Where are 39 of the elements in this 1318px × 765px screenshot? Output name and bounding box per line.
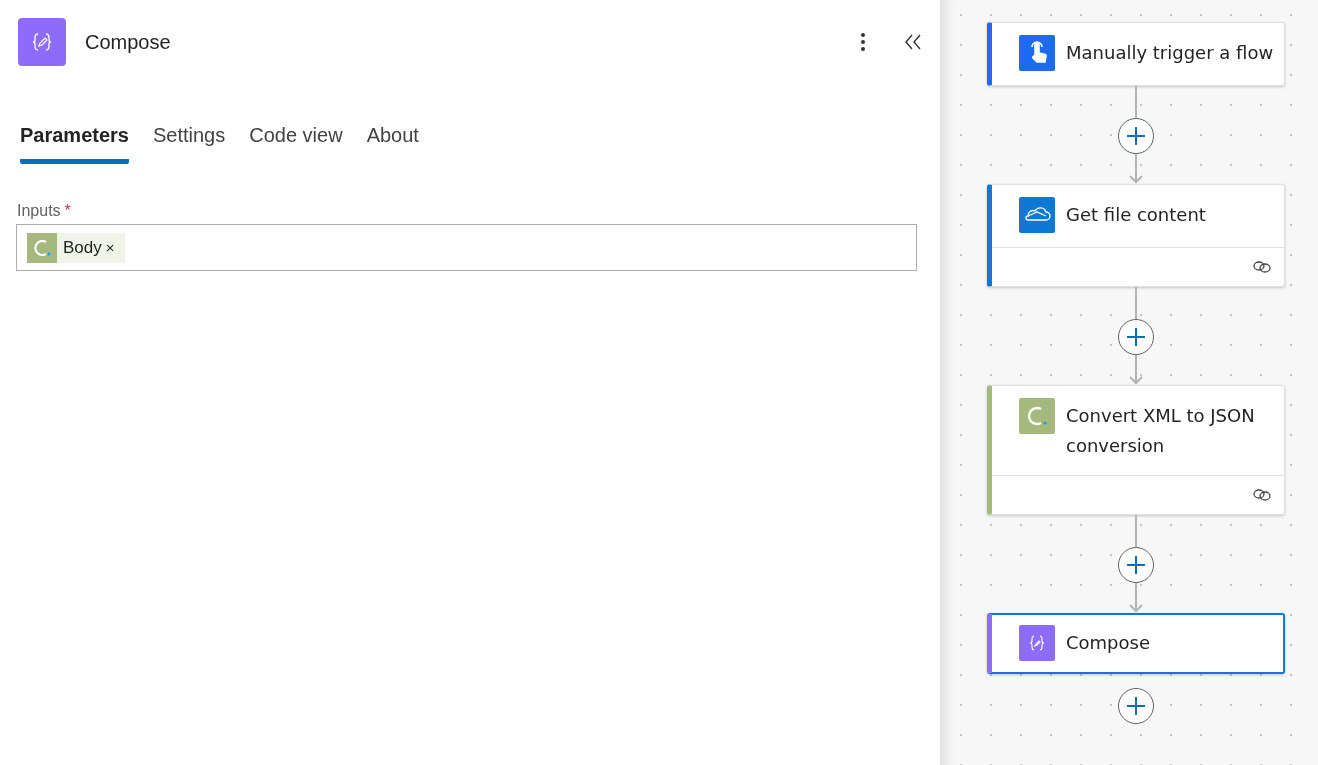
flow-step-card[interactable]: Compose [987, 613, 1285, 674]
compose-icon [18, 18, 66, 66]
more-options-icon[interactable] [860, 32, 866, 52]
converter-icon [1019, 398, 1055, 434]
connector-line [1134, 287, 1138, 319]
step-title: Compose [1066, 631, 1150, 655]
add-step-button[interactable] [1118, 319, 1154, 355]
add-step-button[interactable] [1118, 547, 1154, 583]
add-step-button[interactable] [1118, 118, 1154, 154]
connector-line [1134, 86, 1138, 118]
step-title: Manually trigger a flow [1066, 41, 1274, 65]
connector-arrow [1128, 583, 1144, 613]
tab[interactable]: Code view [249, 124, 343, 164]
plus-icon [1126, 696, 1146, 716]
collapse-icon[interactable] [904, 34, 922, 50]
tab[interactable]: Parameters [20, 124, 129, 164]
plus-icon [1126, 555, 1146, 575]
inputs-field[interactable]: Body × [16, 224, 917, 271]
plus-icon [1126, 126, 1146, 146]
step-title: Get file content [1066, 203, 1206, 227]
compose-icon [1019, 625, 1055, 661]
converter-icon [27, 232, 57, 263]
connector-line [1134, 515, 1138, 547]
field-label: Inputs [17, 202, 61, 220]
add-step-button[interactable] [1118, 688, 1154, 724]
touch-icon [1019, 35, 1055, 71]
required-mark: * [64, 202, 71, 220]
token-chip[interactable]: Body × [27, 232, 125, 263]
plus-icon [1126, 327, 1146, 347]
connector-arrow [1128, 154, 1144, 184]
step-title: Convert XML to JSON conversion [1066, 404, 1256, 458]
tab[interactable]: About [366, 124, 419, 164]
panel-title: Compose [85, 30, 172, 54]
tab[interactable]: Settings [152, 124, 226, 164]
flow-step-card[interactable]: Get file content [987, 184, 1285, 287]
connector-arrow [1128, 355, 1144, 385]
flow-step-card[interactable]: Manually trigger a flow [987, 22, 1285, 86]
flow-step-card[interactable]: Convert XML to JSON conversion [987, 385, 1285, 515]
cloud-icon [1019, 197, 1055, 233]
